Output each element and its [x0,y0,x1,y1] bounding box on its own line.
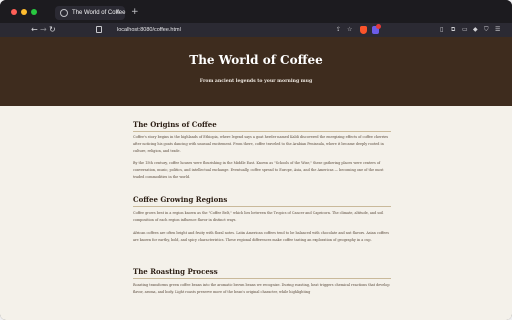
close-window-button[interactable] [11,9,17,15]
extensions-icon[interactable]: ⧉ [451,23,455,37]
vpn-icon[interactable]: ◆ [473,23,478,37]
section-divider [133,131,391,132]
page-info-icon[interactable] [96,26,102,33]
wallet-icon[interactable]: ▭ [462,23,468,37]
tab-close-icon[interactable]: ✕ [115,7,120,19]
page-title: The World of Coffee [189,53,323,67]
section-divider [133,206,391,207]
section-divider [133,278,391,279]
paragraph: Roasting transforms green coffee beans i… [133,283,390,294]
menu-icon[interactable]: ☰ [495,23,500,37]
tab-bar: The World of Coffee ✕ + [0,0,512,23]
address-bar[interactable]: localhost:8080/coffee.html [92,24,377,36]
page-content: The World of Coffee From ancient legends… [0,37,512,320]
url-text[interactable]: localhost:8080/coffee.html [117,24,181,36]
globe-icon [60,9,68,17]
share-icon[interactable]: ⇪ [336,23,341,37]
paragraph: By the 15th century, coffee houses were … [133,161,384,179]
paragraph: Coffee's story begins in the highlands o… [133,135,389,153]
page-subtitle: From ancient legends to your morning mug [199,79,313,84]
back-button[interactable]: ← [31,23,38,37]
shield-icon[interactable]: ⛉ [484,23,489,37]
section-heading: Coffee Growing Regions [133,195,228,204]
sidebar-icon[interactable]: ▯ [440,23,443,37]
paragraph: Coffee grows best in a region known as t… [133,211,384,222]
maximize-window-button[interactable] [31,9,37,15]
paragraph: African coffees are often bright and fru… [133,231,389,242]
forward-button[interactable]: → [40,23,47,37]
brave-shields-icon[interactable] [360,26,367,34]
navigation-toolbar: ← → ↻ localhost:8080/coffee.html ⇪ ☆ ▯ ⧉… [0,23,512,37]
section-heading: The Origins of Coffee [133,120,217,129]
browser-window: The World of Coffee ✕ + ← → ↻ localhost:… [0,0,512,320]
hero-header: The World of Coffee From ancient legends… [0,37,512,106]
new-tab-button[interactable]: + [131,6,139,18]
section-heading: The Roasting Process [133,267,218,276]
tab-coffee[interactable]: The World of Coffee ✕ [55,6,125,20]
bookmark-icon[interactable]: ☆ [347,23,352,37]
reload-button[interactable]: ↻ [49,23,56,37]
minimize-window-button[interactable] [21,9,27,15]
notification-badge [376,24,381,29]
